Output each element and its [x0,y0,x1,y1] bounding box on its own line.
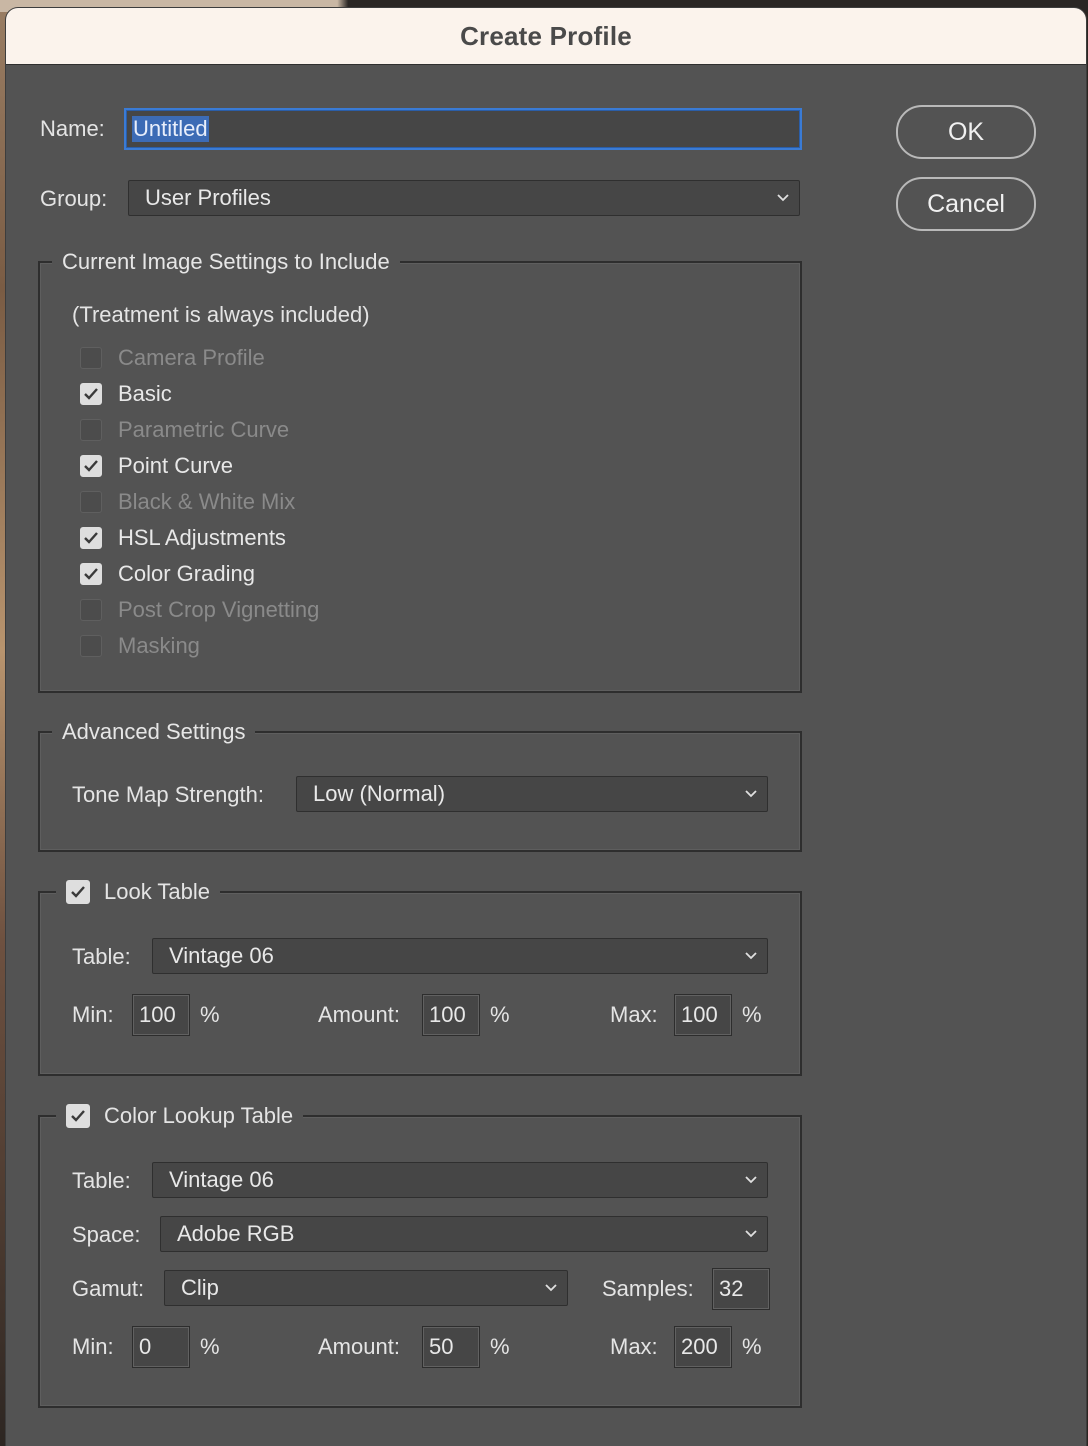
chevron-down-icon [545,1283,557,1293]
checkmark-icon [84,460,98,472]
clut-gamut-select[interactable]: Clip [164,1270,568,1306]
settings-item-label: Post Crop Vignetting [118,597,320,622]
clut-max-input[interactable]: 200 [674,1326,732,1368]
look-table-label: Look Table [104,879,211,904]
settings-note: (Treatment is always included) [72,302,370,327]
ok-button[interactable]: OK [896,105,1036,159]
name-label: Name: [40,116,105,141]
settings-item: Camera Profile [80,344,265,372]
group-select-value: User Profiles [145,185,271,210]
clut-samples-input[interactable]: 32 [712,1268,770,1310]
color-lookup-checkbox[interactable] [66,1104,90,1128]
look-table-table-label: Table: [72,944,131,969]
clut-table-select-value: Vintage 06 [169,1167,274,1192]
chevron-down-icon [745,789,757,799]
tone-map-label: Tone Map Strength: [72,782,265,807]
clut-samples-label: Samples: [602,1276,694,1301]
clut-max-label: Max: [610,1334,658,1359]
settings-legend: Current Image Settings to Include [52,251,400,273]
clut-min-input[interactable]: 0 [132,1326,190,1368]
clut-min-percent: % [200,1334,220,1359]
dialog-title: Create Profile [460,20,632,51]
group-label: Group: [40,186,108,211]
settings-item-label: Basic [118,381,172,406]
look-amount-input[interactable]: 100 [422,994,480,1036]
chevron-down-icon [745,1175,757,1185]
settings-item-checkbox [80,635,102,657]
checkmark-icon [71,886,85,898]
settings-item: Parametric Curve [80,416,289,444]
look-amount-percent: % [490,1002,510,1027]
look-table-checkbox[interactable] [66,880,90,904]
look-table-select[interactable]: Vintage 06 [152,938,768,974]
look-min-percent: % [200,1002,220,1027]
clut-gamut-select-value: Clip [181,1275,219,1300]
clut-gamut-label: Gamut: [72,1276,145,1301]
clut-table-label: Table: [72,1168,131,1193]
look-min-input[interactable]: 100 [132,994,190,1036]
tone-map-select[interactable]: Low (Normal) [296,776,768,812]
clut-max-percent: % [742,1334,762,1359]
color-lookup-label: Color Lookup Table [104,1103,294,1128]
settings-item-checkbox[interactable] [80,563,102,585]
settings-item-label: Color Grading [118,561,255,586]
look-max-percent: % [742,1002,762,1027]
clut-space-select-value: Adobe RGB [177,1221,295,1246]
settings-item[interactable]: Basic [80,380,172,408]
settings-item-checkbox [80,599,102,621]
clut-amount-input[interactable]: 50 [422,1326,480,1368]
look-table-select-value: Vintage 06 [169,943,274,968]
look-table-legend: Look Table [56,877,221,907]
settings-item-label: Point Curve [118,453,233,478]
color-lookup-legend: Color Lookup Table [56,1101,304,1131]
clut-space-select[interactable]: Adobe RGB [160,1216,768,1252]
look-max-input[interactable]: 100 [674,994,732,1036]
group-select[interactable]: User Profiles [128,180,800,216]
settings-item-checkbox [80,491,102,513]
checkmark-icon [84,568,98,580]
clut-amount-label: Amount: [318,1334,400,1359]
chevron-down-icon [745,951,757,961]
settings-item-label: Black & White Mix [118,489,296,514]
settings-item-label: Masking [118,633,200,658]
settings-item-label: Parametric Curve [118,417,290,442]
clut-table-select[interactable]: Vintage 06 [152,1162,768,1198]
cancel-button[interactable]: Cancel [896,177,1036,231]
chevron-down-icon [745,1229,757,1239]
settings-item-label: Camera Profile [118,345,265,370]
look-table-group [38,891,802,1076]
tone-map-select-value: Low (Normal) [313,781,446,806]
clut-space-label: Space: [72,1222,141,1247]
settings-item: Black & White Mix [80,488,295,516]
settings-item-checkbox[interactable] [80,455,102,477]
chevron-down-icon [777,193,789,203]
settings-item-checkbox [80,347,102,369]
settings-item[interactable]: Point Curve [80,452,233,480]
clut-amount-percent: % [490,1334,510,1359]
settings-item: Post Crop Vignetting [80,596,319,624]
create-profile-dialog: Create Profile Name: Untitled Group: Use… [6,8,1086,1446]
settings-item: Masking [80,632,200,660]
look-min-label: Min: [72,1002,114,1027]
settings-item[interactable]: HSL Adjustments [80,524,286,552]
advanced-legend: Advanced Settings [52,721,256,743]
clut-min-label: Min: [72,1334,114,1359]
look-max-label: Max: [610,1002,658,1027]
settings-item-checkbox [80,419,102,441]
dialog-titlebar: Create Profile [6,8,1086,65]
checkmark-icon [71,1110,85,1122]
name-input[interactable]: Untitled [124,108,802,150]
settings-item-label: HSL Adjustments [118,525,286,550]
settings-item-checkbox[interactable] [80,383,102,405]
checkmark-icon [84,532,98,544]
look-amount-label: Amount: [318,1002,400,1027]
name-input-value: Untitled [132,116,209,142]
settings-item[interactable]: Color Grading [80,560,255,588]
settings-item-checkbox[interactable] [80,527,102,549]
checkmark-icon [84,388,98,400]
